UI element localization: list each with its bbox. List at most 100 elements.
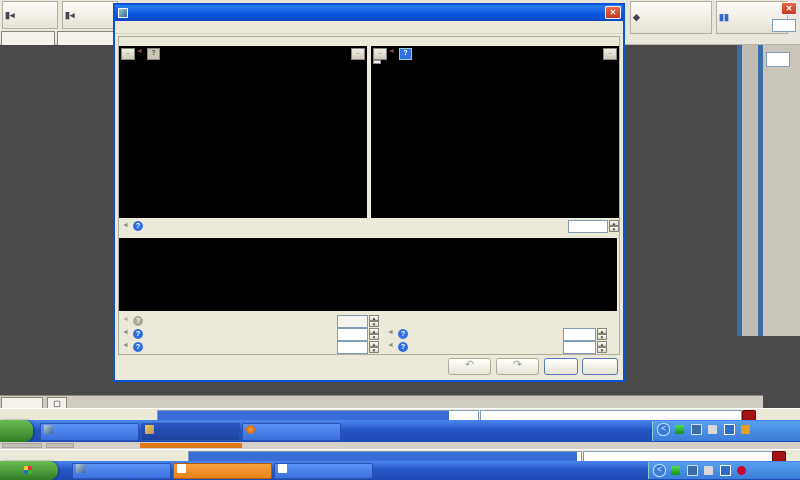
full-accel-below-field[interactable] (563, 328, 596, 341)
windows-flag-icon (24, 466, 32, 474)
updates-icon[interactable] (741, 425, 750, 434)
chart-options-button[interactable]: .. (603, 48, 617, 60)
close-button[interactable] (582, 358, 618, 375)
zero-accel-above-field[interactable] (563, 341, 596, 354)
right-edge-panel (763, 45, 800, 336)
toolbar-button-fuel[interactable]: ▮◂ (62, 1, 118, 29)
help-icon[interactable]: ? (133, 329, 143, 339)
wrench-icon: ◆ (633, 12, 640, 22)
system-tray: < (652, 421, 800, 441)
help-icon[interactable]: ? (398, 342, 408, 352)
tray-chevron-icon[interactable]: < (653, 464, 666, 477)
help-icon[interactable]: ? (133, 221, 143, 231)
shield-icon[interactable] (724, 424, 735, 435)
pencil-icon: ◄ (122, 316, 129, 323)
dialog-window-icon (278, 464, 287, 473)
taskbar-item-photobucket[interactable] (242, 423, 341, 441)
right-edge-lower (737, 336, 800, 395)
help-icon[interactable]: ? (399, 48, 412, 60)
volume-icon[interactable] (704, 466, 713, 475)
network-icon[interactable] (687, 465, 698, 476)
fuel-icon: ▮◂ (65, 10, 74, 20)
taskbar-item-tunerstudio[interactable] (40, 423, 139, 441)
burn-button[interactable] (544, 358, 578, 375)
taskbar-item-end-program[interactable] (173, 463, 272, 479)
edge-field[interactable] (766, 52, 790, 67)
help-icon[interactable]: ? (147, 48, 160, 60)
pencil-icon: ◄ (122, 329, 129, 336)
tunerstudio-icon (76, 464, 85, 473)
cold-accel-multiplier-field[interactable] (337, 341, 368, 354)
pencil-icon: ◄ (387, 342, 394, 349)
pencil-icon: ◄ (387, 329, 394, 336)
tab-cluster[interactable] (1, 31, 55, 45)
window-border-strip (737, 45, 763, 336)
tunerstudio-icon (44, 425, 53, 434)
full-accel-spinner[interactable]: ▲▼ (597, 328, 607, 341)
canbus-icon: ▮▮ (719, 12, 729, 22)
chart-menu-button[interactable]: .. (373, 48, 387, 60)
speaker-icon[interactable]: ◄ (388, 48, 395, 55)
blend-value-field[interactable] (568, 220, 608, 233)
system-tray: < (648, 462, 800, 479)
signal-icon[interactable] (671, 466, 680, 475)
status-bar-outer (0, 449, 800, 461)
taskbar-inner: < (0, 420, 800, 442)
mapdot-threshold-spinner: ▲▼ (369, 315, 379, 328)
help-icon[interactable]: ? (398, 329, 408, 339)
chart-options-button[interactable]: .. (351, 48, 365, 60)
chart-menu-button[interactable]: .. (121, 48, 135, 60)
messenger-icon[interactable] (737, 466, 746, 475)
taskbar-item-tunerstudio[interactable] (72, 463, 171, 479)
undo-button[interactable]: ↶ (448, 358, 491, 375)
pencil-icon: ◄ (122, 342, 129, 349)
background-tab-fragment (2, 443, 42, 448)
volume-icon[interactable] (708, 425, 717, 434)
blend-row: ◄ ? ▲▼ (115, 220, 623, 235)
gear-icon: ▮◂ (5, 10, 14, 20)
zero-accel-spinner[interactable]: ▲▼ (597, 341, 607, 354)
firefox-icon (246, 425, 255, 434)
dialog-titlebar[interactable]: ✕ (115, 5, 623, 21)
notes-tooltip (373, 60, 381, 64)
toolbar-button-basic-load[interactable]: ▮◂ (2, 1, 58, 29)
network-icon[interactable] (691, 424, 702, 435)
paint-window-edge (140, 443, 242, 448)
shield-icon[interactable] (720, 465, 731, 476)
blend-spinner[interactable]: ▲▼ (609, 220, 619, 233)
redo-button[interactable]: ↷ (496, 358, 539, 375)
status-bar-inner (0, 408, 800, 420)
window-edge-sliver (0, 442, 800, 449)
tpsdot-threshold-spinner[interactable]: ▲▼ (369, 328, 379, 341)
taskbar-outer: < (0, 461, 800, 480)
tpsdot-threshold-field[interactable] (337, 328, 368, 341)
taskbar-item-warning[interactable] (274, 463, 373, 479)
tpsdot-curve-panel: .. ◄ ? .. (371, 46, 619, 218)
chart-header: .. ◄ ? .. (371, 46, 619, 60)
taskbar-item-paint[interactable] (141, 423, 240, 441)
start-button[interactable] (0, 420, 33, 442)
window-close-button[interactable]: ✕ (781, 2, 797, 15)
background-tab-fragment (46, 443, 74, 448)
accel-enrichment-dialog: ✕ .. ◄ ? .. .. ◄ ? .. (113, 3, 625, 382)
speaker-icon[interactable]: ◄ (136, 48, 143, 55)
help-icon[interactable]: ? (133, 342, 143, 352)
dashboard-tab-strip: ▢ (0, 395, 763, 408)
chart-header: .. ◄ ? .. (119, 46, 367, 60)
dialog-icon (118, 8, 128, 18)
desktop: ▮◂ ▮◂ ◆ ▮▮ ✕ ✕ (0, 0, 800, 480)
paint-icon (145, 425, 154, 434)
live-strip-chart (119, 238, 617, 311)
start-button[interactable] (0, 461, 58, 480)
toolbar-button-3d-tuning[interactable]: ◆ (630, 1, 712, 34)
dialog-menubar (115, 21, 623, 34)
cold-accel-spinner[interactable]: ▲▼ (369, 341, 379, 354)
signal-icon[interactable] (675, 425, 684, 434)
mapdot-curve-panel: .. ◄ ? .. (119, 46, 367, 218)
params-section: ◄ ? ▲▼ ◄ ? ▲▼ ◄ ? ▲▼ ◄ ? ▲▼ ◄ ? (115, 315, 623, 355)
mini-field[interactable] (772, 19, 796, 32)
tray-chevron-icon[interactable]: < (657, 423, 670, 436)
mapdot-threshold-field (337, 315, 368, 328)
dialog-close-button[interactable]: ✕ (605, 6, 621, 19)
dialog-window-icon (177, 464, 186, 473)
